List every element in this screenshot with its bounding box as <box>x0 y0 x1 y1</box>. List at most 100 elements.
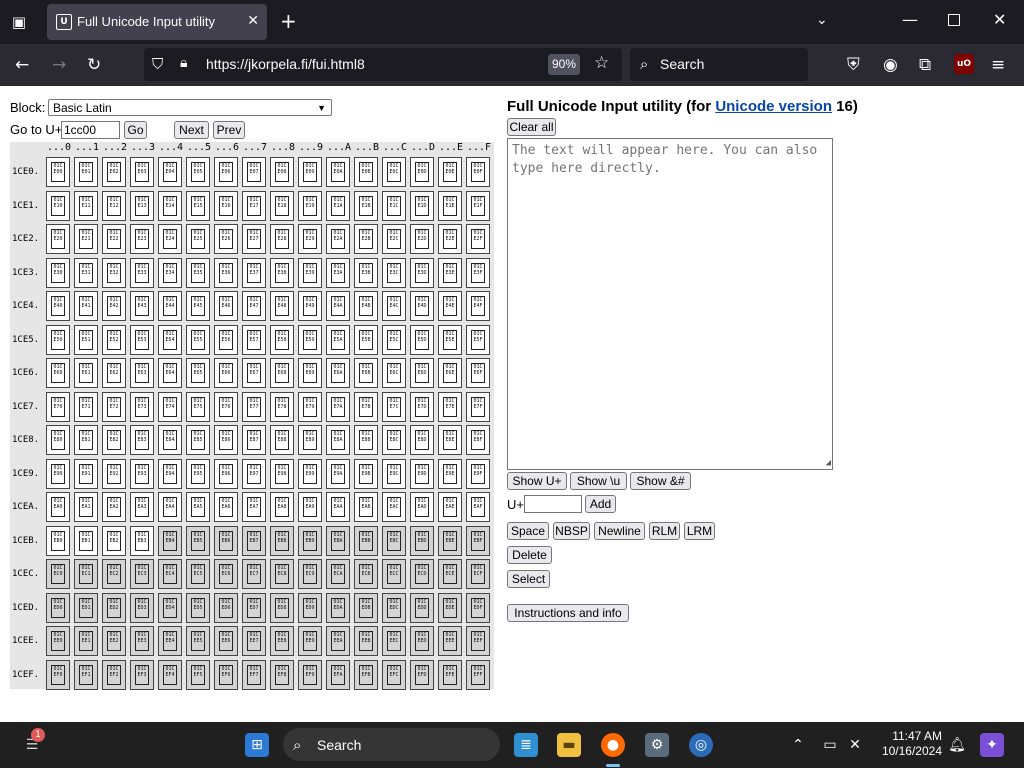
char-cell[interactable]: 01C EE5 <box>186 626 210 656</box>
char-cell[interactable]: 01C EA9 <box>298 492 322 522</box>
char-cell[interactable]: 01C EBC <box>382 525 406 556</box>
char-cell[interactable]: 01C ECF <box>466 559 490 589</box>
char-cell[interactable]: 01C E5F <box>466 324 490 355</box>
char-cell[interactable]: 01C E57 <box>242 324 266 355</box>
char-cell[interactable]: 01C E2B <box>354 224 378 254</box>
char-cell[interactable]: 01C E4F <box>466 291 490 321</box>
char-cell[interactable]: 01C E9C <box>382 458 406 489</box>
firefox-icon[interactable]: ● <box>601 733 625 757</box>
char-cell[interactable]: 01C E01 <box>74 157 98 187</box>
char-cell[interactable]: 01C EF0 <box>46 659 70 690</box>
char-cell[interactable]: 01C E56 <box>214 324 238 355</box>
char-cell[interactable]: 01C EEF <box>466 626 490 656</box>
select-button[interactable]: Select <box>507 570 550 588</box>
char-cell[interactable]: 01C EAE <box>438 492 462 522</box>
char-cell[interactable]: 01C E27 <box>242 224 266 254</box>
char-cell[interactable]: 01C E70 <box>46 391 70 422</box>
char-cell[interactable]: 01C ED7 <box>242 592 266 623</box>
char-cell[interactable]: 01C E97 <box>242 458 266 489</box>
char-cell[interactable]: 01C E2F <box>466 224 490 254</box>
char-cell[interactable]: 01C E82 <box>102 425 126 455</box>
char-cell[interactable]: 01C E62 <box>102 358 126 388</box>
char-cell[interactable]: 01C E7A <box>326 391 350 422</box>
char-cell[interactable]: 01C E39 <box>298 257 322 288</box>
char-cell[interactable]: 01C EA8 <box>270 492 294 522</box>
clear-all-button[interactable]: Clear all <box>507 118 556 136</box>
back-icon[interactable]: ← <box>15 54 29 76</box>
char-cell[interactable]: 01C EA4 <box>158 492 182 522</box>
char-cell[interactable]: 01C E0D <box>410 157 434 187</box>
char-cell[interactable]: 01C EEA <box>326 626 350 656</box>
char-cell[interactable]: 01C E13 <box>130 190 154 221</box>
unicode-version-link[interactable]: Unicode version <box>715 98 832 115</box>
codepoint-input[interactable] <box>524 495 582 513</box>
char-cell[interactable]: 01C EB9 <box>298 525 322 556</box>
char-cell[interactable]: 01C ED0 <box>46 592 70 623</box>
char-cell[interactable]: 01C EBB <box>354 525 378 556</box>
char-cell[interactable]: 01C EE3 <box>130 626 154 656</box>
char-cell[interactable]: 01C E18 <box>270 190 294 221</box>
char-cell[interactable]: 01C E80 <box>46 425 70 455</box>
char-cell[interactable]: 01C E9E <box>438 458 462 489</box>
char-cell[interactable]: 01C E46 <box>214 291 238 321</box>
char-cell[interactable]: 01C EF2 <box>102 659 126 690</box>
char-cell[interactable]: 01C EC6 <box>214 559 238 589</box>
char-cell[interactable]: 01C E1F <box>466 190 490 221</box>
char-cell[interactable]: 01C EC0 <box>46 559 70 589</box>
char-cell[interactable]: 01C EB3 <box>130 525 154 556</box>
char-cell[interactable]: 01C E7B <box>354 391 378 422</box>
char-cell[interactable]: 01C E05 <box>186 157 210 187</box>
char-cell[interactable]: 01C EF9 <box>298 659 322 690</box>
char-cell[interactable]: 01C E10 <box>46 190 70 221</box>
char-cell[interactable]: 01C E51 <box>74 324 98 355</box>
char-cell[interactable]: 01C E63 <box>130 358 154 388</box>
char-cell[interactable]: 01C EC8 <box>270 559 294 589</box>
char-cell[interactable]: 01C E59 <box>298 324 322 355</box>
shield-icon[interactable]: ⛉ <box>152 55 163 73</box>
url-bar[interactable]: ⛉ 🔒︎ https://jkorpela.fi/fui.html8 90% ☆ <box>144 48 622 81</box>
char-cell[interactable]: 01C E9B <box>354 458 378 489</box>
char-cell[interactable]: 01C E47 <box>242 291 266 321</box>
close-window-icon[interactable]: ✕ <box>993 10 1006 29</box>
char-cell[interactable]: 01C E54 <box>158 324 182 355</box>
char-cell[interactable]: 01C EDA <box>326 592 350 623</box>
char-cell[interactable]: 01C EF3 <box>130 659 154 690</box>
char-cell[interactable]: 01C EDE <box>438 592 462 623</box>
clock[interactable]: 11:47 AM 10/16/2024 <box>878 729 942 759</box>
char-cell[interactable]: 01C ED9 <box>298 592 322 623</box>
chevron-up-icon[interactable]: ⌃ <box>786 733 810 757</box>
char-cell[interactable]: 01C E45 <box>186 291 210 321</box>
prev-button[interactable]: Prev <box>213 121 245 139</box>
network-icon[interactable]: ▭ <box>818 733 842 757</box>
char-cell[interactable]: 01C E79 <box>298 391 322 422</box>
char-cell[interactable]: 01C EA1 <box>74 492 98 522</box>
char-cell[interactable]: 01C ECE <box>438 559 462 589</box>
char-cell[interactable]: 01C E95 <box>186 458 210 489</box>
char-cell[interactable]: 01C E0B <box>354 157 378 187</box>
new-tab-icon[interactable]: + <box>280 10 297 32</box>
char-cell[interactable]: 01C E64 <box>158 358 182 388</box>
char-cell[interactable]: 01C E34 <box>158 257 182 288</box>
char-cell[interactable]: 01C EB2 <box>102 525 126 556</box>
lrm-button[interactable]: LRM <box>684 522 715 540</box>
char-cell[interactable]: 01C EE8 <box>270 626 294 656</box>
char-cell[interactable]: 01C E73 <box>130 391 154 422</box>
char-cell[interactable]: 01C E1A <box>326 190 350 221</box>
char-cell[interactable]: 01C E3E <box>438 257 462 288</box>
space-button[interactable]: Space <box>507 522 549 540</box>
char-cell[interactable]: 01C E4E <box>438 291 462 321</box>
char-cell[interactable]: 01C E6F <box>466 358 490 388</box>
lock-icon[interactable]: 🔒︎ <box>180 55 187 71</box>
file-explorer-icon[interactable]: ▬ <box>557 733 581 757</box>
char-cell[interactable]: 01C EA7 <box>242 492 266 522</box>
char-cell[interactable]: 01C E20 <box>46 224 70 254</box>
char-cell[interactable]: 01C E92 <box>102 458 126 489</box>
nbsp-button[interactable]: NBSP <box>553 522 590 540</box>
char-cell[interactable]: 01C E02 <box>102 157 126 187</box>
char-cell[interactable]: 01C E9D <box>410 458 434 489</box>
char-cell[interactable]: 01C EE4 <box>158 626 182 656</box>
char-cell[interactable]: 01C E38 <box>270 257 294 288</box>
char-cell[interactable]: 01C EDB <box>354 592 378 623</box>
char-cell[interactable]: 01C EFB <box>354 659 378 690</box>
char-cell[interactable]: 01C EF8 <box>270 659 294 690</box>
